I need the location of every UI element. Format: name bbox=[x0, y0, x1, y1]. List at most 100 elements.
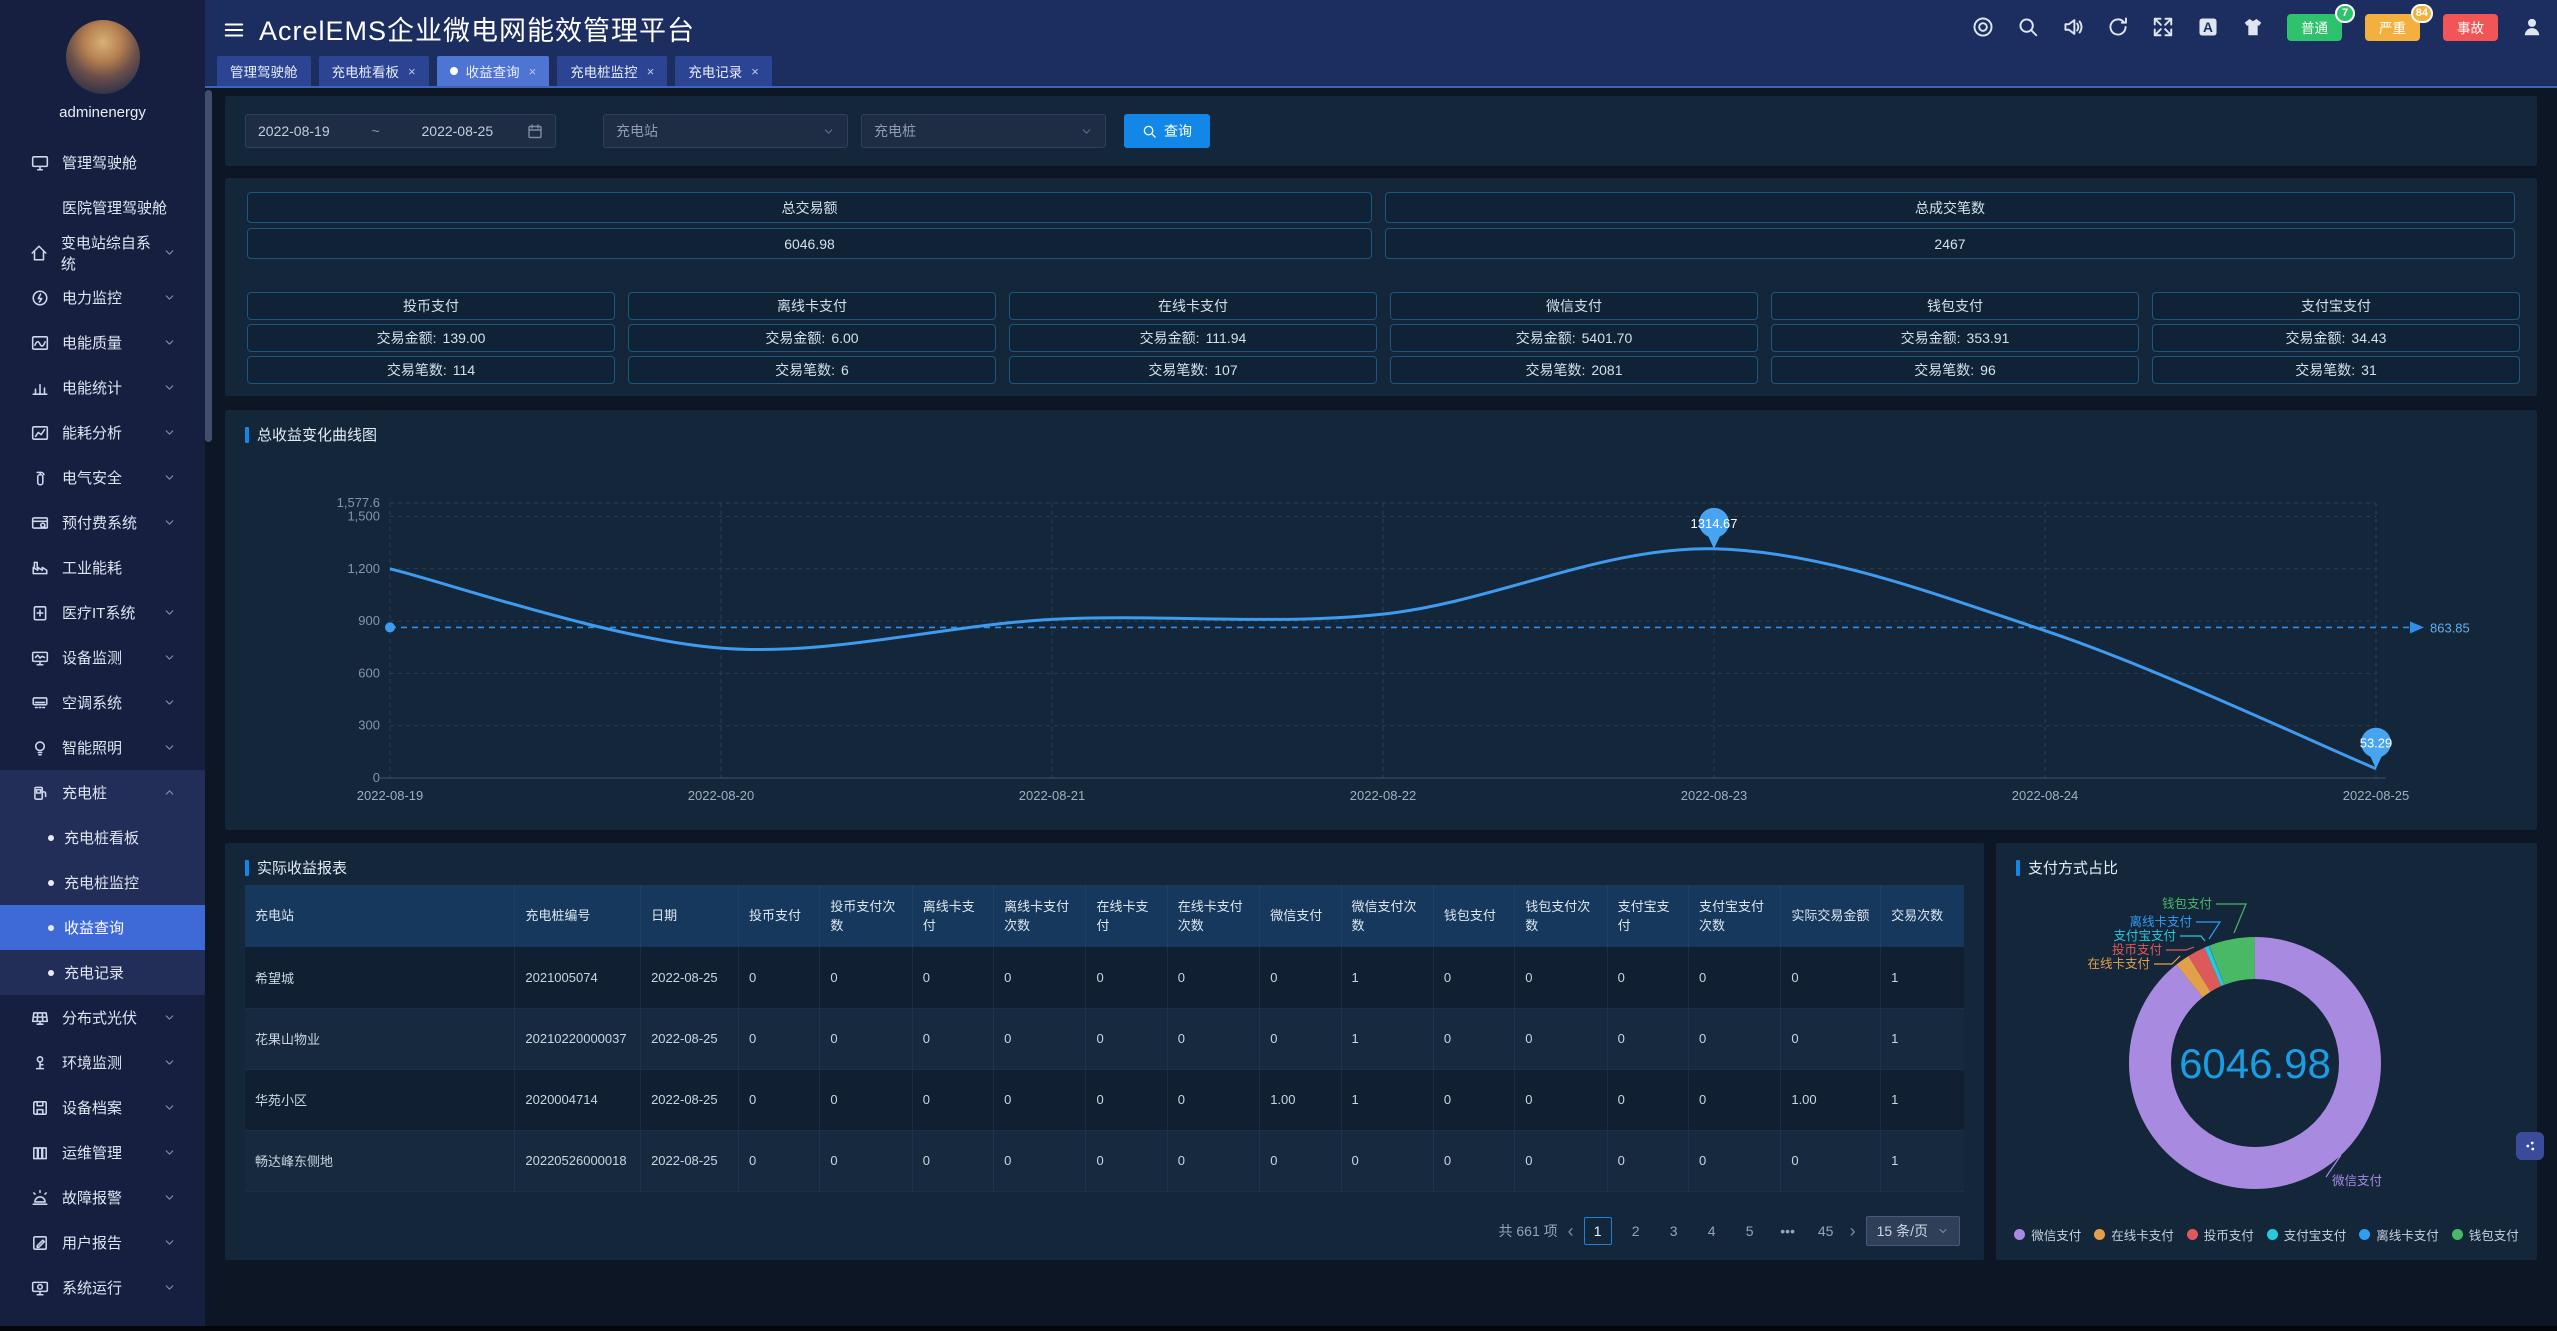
sidebar-item-label: 收益查询 bbox=[64, 917, 124, 938]
sidebar-item-空调系统[interactable]: 空调系统 bbox=[0, 680, 205, 725]
search-icon[interactable] bbox=[2017, 16, 2039, 38]
query-button[interactable]: 查询 bbox=[1124, 114, 1210, 148]
alarm-pill-事故[interactable]: 事故 bbox=[2443, 14, 2498, 41]
tab-充电桩看板[interactable]: 充电桩看板× bbox=[319, 56, 429, 86]
table-cell: 0 bbox=[739, 1130, 820, 1191]
table-cell: 0 bbox=[1607, 1130, 1688, 1191]
tab-收益查询[interactable]: 收益查询× bbox=[437, 56, 550, 86]
legend-dot bbox=[2452, 1229, 2463, 1240]
expand-icon[interactable] bbox=[2152, 16, 2174, 38]
close-icon[interactable]: × bbox=[751, 64, 759, 79]
table-cell: 0 bbox=[820, 1069, 912, 1130]
table-cell: 0 bbox=[994, 947, 1086, 1008]
alarm-pill-label: 事故 bbox=[2457, 17, 2484, 37]
sidebar-item-能耗分析[interactable]: 能耗分析 bbox=[0, 410, 205, 455]
donut-section-title: 支付方式占比 bbox=[2016, 857, 2118, 878]
sidebar-item-故障报警[interactable]: 故障报警 bbox=[0, 1175, 205, 1220]
table-row[interactable]: 华苑小区20200047142022-08-250000001.00100001… bbox=[245, 1069, 1964, 1130]
close-icon[interactable]: × bbox=[408, 64, 416, 79]
sidebar-item-设备监测[interactable]: 设备监测 bbox=[0, 635, 205, 680]
table-cell: 0 bbox=[1167, 947, 1259, 1008]
prev-page-icon[interactable]: ‹ bbox=[1568, 1221, 1574, 1242]
table-cell: 0 bbox=[1607, 947, 1688, 1008]
page-number-1[interactable]: 1 bbox=[1584, 1217, 1612, 1245]
legend-item-支付宝支付[interactable]: 支付宝支付 bbox=[2267, 1225, 2347, 1244]
sidebar-item-医疗IT系统[interactable]: 医疗IT系统 bbox=[0, 590, 205, 635]
active-tab-dot bbox=[450, 67, 458, 75]
page-number-5[interactable]: 5 bbox=[1736, 1217, 1764, 1245]
settings-slider-button[interactable] bbox=[2516, 1132, 2544, 1160]
tab-管理驾驶舱[interactable]: 管理驾驶舱 bbox=[217, 56, 311, 86]
sidebar-item-充电桩[interactable]: 充电桩 bbox=[0, 770, 205, 815]
sidebar-item-label: 充电记录 bbox=[64, 962, 124, 983]
target-icon[interactable] bbox=[1972, 16, 1994, 38]
table-cell: 0 bbox=[1515, 1069, 1607, 1130]
sidebar-item-工业能耗[interactable]: 工业能耗 bbox=[0, 545, 205, 590]
station-select[interactable]: 充电站 bbox=[603, 114, 848, 148]
page-number-2[interactable]: 2 bbox=[1622, 1217, 1650, 1245]
legend-item-在线卡支付[interactable]: 在线卡支付 bbox=[2094, 1225, 2174, 1244]
speaker-icon[interactable] bbox=[2062, 16, 2084, 38]
wave-icon bbox=[30, 334, 50, 352]
table-cell: 0 bbox=[739, 1008, 820, 1069]
tab-充电记录[interactable]: 充电记录× bbox=[675, 56, 772, 86]
table-cell: 0 bbox=[912, 1130, 993, 1191]
user-icon[interactable] bbox=[2521, 16, 2543, 38]
alarm-pill-严重[interactable]: 严重84 bbox=[2365, 14, 2420, 41]
app-title: AcrelEMS企业微电网能效管理平台 bbox=[259, 9, 695, 48]
page-number-3[interactable]: 3 bbox=[1660, 1217, 1688, 1245]
sidebar-item-充电桩监控[interactable]: 充电桩监控 bbox=[0, 860, 205, 905]
chevron-down-icon bbox=[159, 336, 179, 349]
close-icon[interactable]: × bbox=[529, 64, 537, 79]
table-row[interactable]: 希望城20210050742022-08-2500000001000001 bbox=[245, 947, 1964, 1008]
alarm-pill-普通[interactable]: 普通7 bbox=[2287, 14, 2342, 41]
sidebar-item-分布式光伏[interactable]: 分布式光伏 bbox=[0, 995, 205, 1040]
table-cell: 0 bbox=[994, 1069, 1086, 1130]
date-range-input[interactable]: 2022-08-19 ~ 2022-08-25 bbox=[245, 114, 556, 148]
sidebar-item-充电记录[interactable]: 充电记录 bbox=[0, 950, 205, 995]
sidebar-item-用户报告[interactable]: 用户报告 bbox=[0, 1220, 205, 1265]
y-axis-tick: 0 bbox=[373, 770, 380, 785]
translate-icon[interactable]: A bbox=[2197, 16, 2219, 38]
sidebar-item-智能照明[interactable]: 智能照明 bbox=[0, 725, 205, 770]
sidebar-item-收益查询[interactable]: 收益查询 bbox=[0, 905, 205, 950]
shirt-icon[interactable] bbox=[2242, 16, 2264, 38]
sidebar-item-电能统计[interactable]: 电能统计 bbox=[0, 365, 205, 410]
legend-item-离线卡支付[interactable]: 离线卡支付 bbox=[2359, 1225, 2439, 1244]
sidebar-item-医院管理驾驶舱[interactable]: 医院管理驾驶舱 bbox=[0, 185, 205, 230]
refresh-icon[interactable] bbox=[2107, 16, 2129, 38]
next-page-icon[interactable]: › bbox=[1850, 1221, 1856, 1242]
content-scrollbar-thumb[interactable] bbox=[205, 90, 212, 442]
page-size-select[interactable]: 15 条/页 bbox=[1866, 1216, 1960, 1246]
page-number-45[interactable]: 45 bbox=[1812, 1217, 1840, 1245]
sidebar-item-label: 环境监测 bbox=[62, 1052, 122, 1073]
tab-充电桩监控[interactable]: 充电桩监控× bbox=[557, 56, 667, 86]
table-cell: 0 bbox=[1433, 1130, 1514, 1191]
sidebar-item-设备档案[interactable]: 设备档案 bbox=[0, 1085, 205, 1130]
legend-item-投币支付[interactable]: 投币支付 bbox=[2187, 1225, 2254, 1244]
sidebar-item-管理驾驶舱[interactable]: 管理驾驶舱 bbox=[0, 140, 205, 185]
sidebar-item-环境监测[interactable]: 环境监测 bbox=[0, 1040, 205, 1085]
table-row[interactable]: 花果山物业202102200000372022-08-2500000001000… bbox=[245, 1008, 1964, 1069]
sidebar-item-电气安全[interactable]: 电气安全 bbox=[0, 455, 205, 500]
menu-icon[interactable] bbox=[223, 20, 245, 40]
sidebar-item-运维管理[interactable]: 运维管理 bbox=[0, 1130, 205, 1175]
legend-item-微信支付[interactable]: 微信支付 bbox=[2014, 1225, 2081, 1244]
sidebar-item-预付费系统[interactable]: 预付费系统 bbox=[0, 500, 205, 545]
sidebar-item-电力监控[interactable]: 电力监控 bbox=[0, 275, 205, 320]
sidebar-item-充电桩看板[interactable]: 充电桩看板 bbox=[0, 815, 205, 860]
page-number-4[interactable]: 4 bbox=[1698, 1217, 1726, 1245]
table-row[interactable]: 畅达峰东侧地202205260000182022-08-250000000000… bbox=[245, 1130, 1964, 1191]
amount-label: 交易金额: bbox=[2286, 328, 2346, 348]
close-icon[interactable]: × bbox=[647, 64, 655, 79]
column-header-微信支付次数: 微信支付次数 bbox=[1341, 885, 1433, 947]
bullet-icon bbox=[48, 970, 54, 976]
chevron-down-icon bbox=[159, 651, 179, 664]
sidebar-item-变电站综自系统[interactable]: 变电站综自系统 bbox=[0, 230, 205, 275]
pile-select[interactable]: 充电桩 bbox=[861, 114, 1106, 148]
sidebar-item-电能质量[interactable]: 电能质量 bbox=[0, 320, 205, 365]
legend-item-钱包支付[interactable]: 钱包支付 bbox=[2452, 1225, 2519, 1244]
sidebar-item-系统运行[interactable]: 系统运行 bbox=[0, 1265, 205, 1310]
table-cell: 0 bbox=[994, 1130, 1086, 1191]
column-header-微信支付: 微信支付 bbox=[1260, 885, 1341, 947]
